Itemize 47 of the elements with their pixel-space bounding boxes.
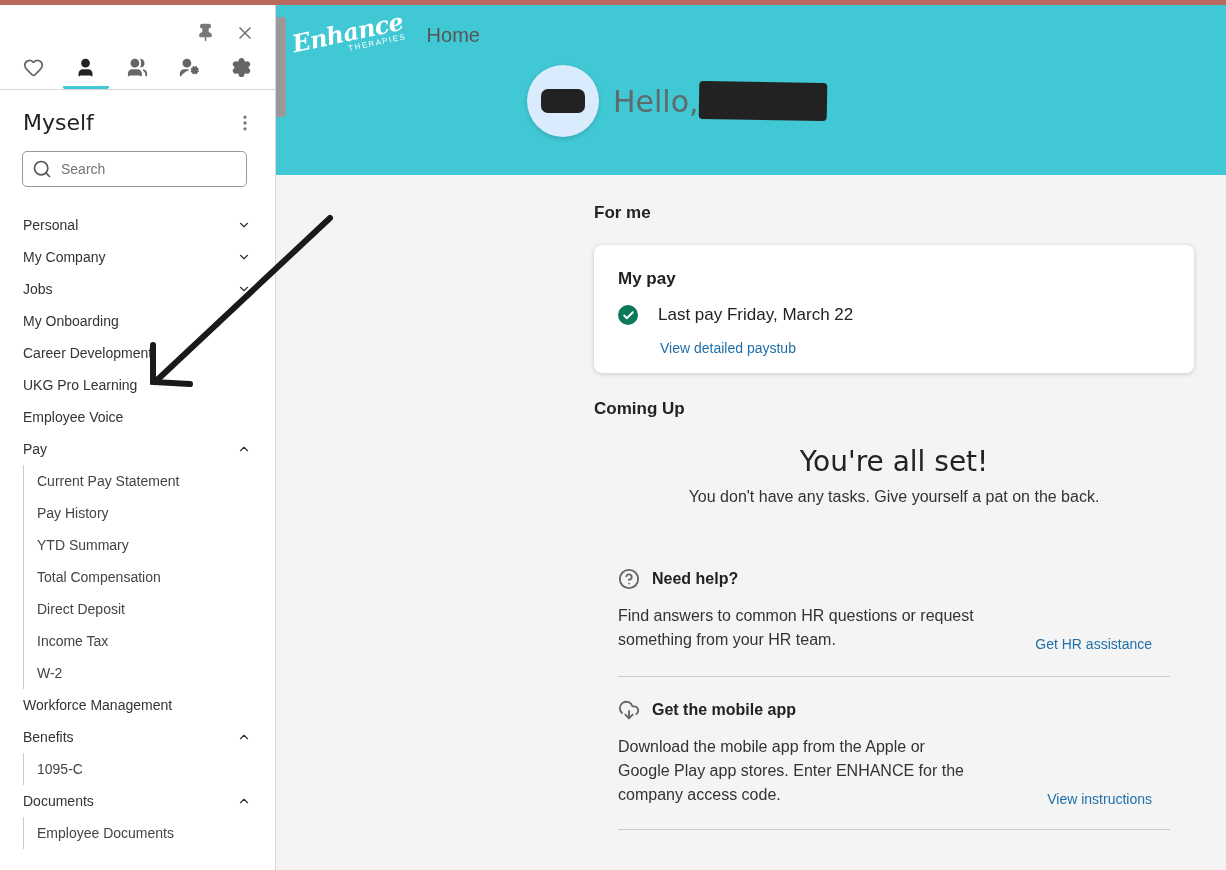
nav-subitem[interactable]: Income Tax xyxy=(24,625,275,657)
nav-item[interactable]: Documents xyxy=(0,785,275,817)
nav-item[interactable]: Workforce Management xyxy=(0,689,275,721)
redaction-mark xyxy=(541,89,585,113)
nav-item[interactable]: My Onboarding xyxy=(0,305,275,337)
check-icon xyxy=(618,305,638,325)
search-icon xyxy=(32,159,52,179)
nav-subitem[interactable]: Pay History xyxy=(24,497,275,529)
nav-item[interactable]: Employee Voice xyxy=(0,401,275,433)
cloud-download-icon xyxy=(618,699,640,721)
section-title: Get the mobile app xyxy=(652,701,796,719)
pay-status: Last pay Friday, March 22 xyxy=(658,305,854,325)
nav-subitem[interactable]: Total Compensation xyxy=(24,561,275,593)
nav-subitem[interactable]: Direct Deposit xyxy=(24,593,275,625)
page-title: Home xyxy=(426,23,480,47)
empty-message: You don't have any tasks. Give yourself a pat on the back. xyxy=(687,488,1101,506)
section-heading: Coming Up xyxy=(594,399,686,419)
nav-item[interactable]: My Company xyxy=(0,241,275,273)
section-text: Find answers to common HR questions or request something from your HR team. xyxy=(618,606,975,650)
section-heading: For me xyxy=(594,203,652,223)
nav-item[interactable]: Personal xyxy=(0,209,275,241)
pin-button[interactable] xyxy=(196,23,215,43)
nav-subitem[interactable]: Current Pay Statement xyxy=(24,465,275,497)
paystub-link[interactable]: View detailed paystub xyxy=(660,340,796,356)
nav-item[interactable]: Jobs xyxy=(0,273,275,305)
heart-icon xyxy=(23,57,45,78)
nav-subitem[interactable]: 1095-C xyxy=(24,753,275,785)
nav-subitem[interactable]: Employee Documents xyxy=(24,817,275,849)
section-link[interactable]: Get HR assistance xyxy=(1035,636,1152,652)
gear-icon xyxy=(230,57,252,78)
greeting: Hello, xyxy=(613,83,699,119)
sidebar-title: Myself xyxy=(23,110,94,135)
empty-title: You're all set! xyxy=(798,445,990,478)
nav-subitem[interactable]: W-2 xyxy=(24,657,275,689)
nav-item[interactable]: Pay xyxy=(0,433,275,465)
people-icon xyxy=(127,57,148,78)
nav-item[interactable]: Benefits xyxy=(0,721,275,753)
section-link[interactable]: View instructions xyxy=(1047,791,1152,807)
search-field[interactable]: Search xyxy=(22,151,247,187)
section-title: Need help? xyxy=(652,570,739,588)
section-text: Download the mobile app from the Apple or Google Play app stores. Enter ENHANCE for the company access code. xyxy=(618,737,965,805)
help-icon xyxy=(618,568,640,590)
card-title: My pay xyxy=(618,269,677,289)
person-gear-icon xyxy=(178,57,200,78)
nav-item[interactable]: UKG Pro Learning xyxy=(0,369,275,401)
nav-item[interactable]: Career Development xyxy=(0,337,275,369)
nav-subitem[interactable]: YTD Summary xyxy=(24,529,275,561)
